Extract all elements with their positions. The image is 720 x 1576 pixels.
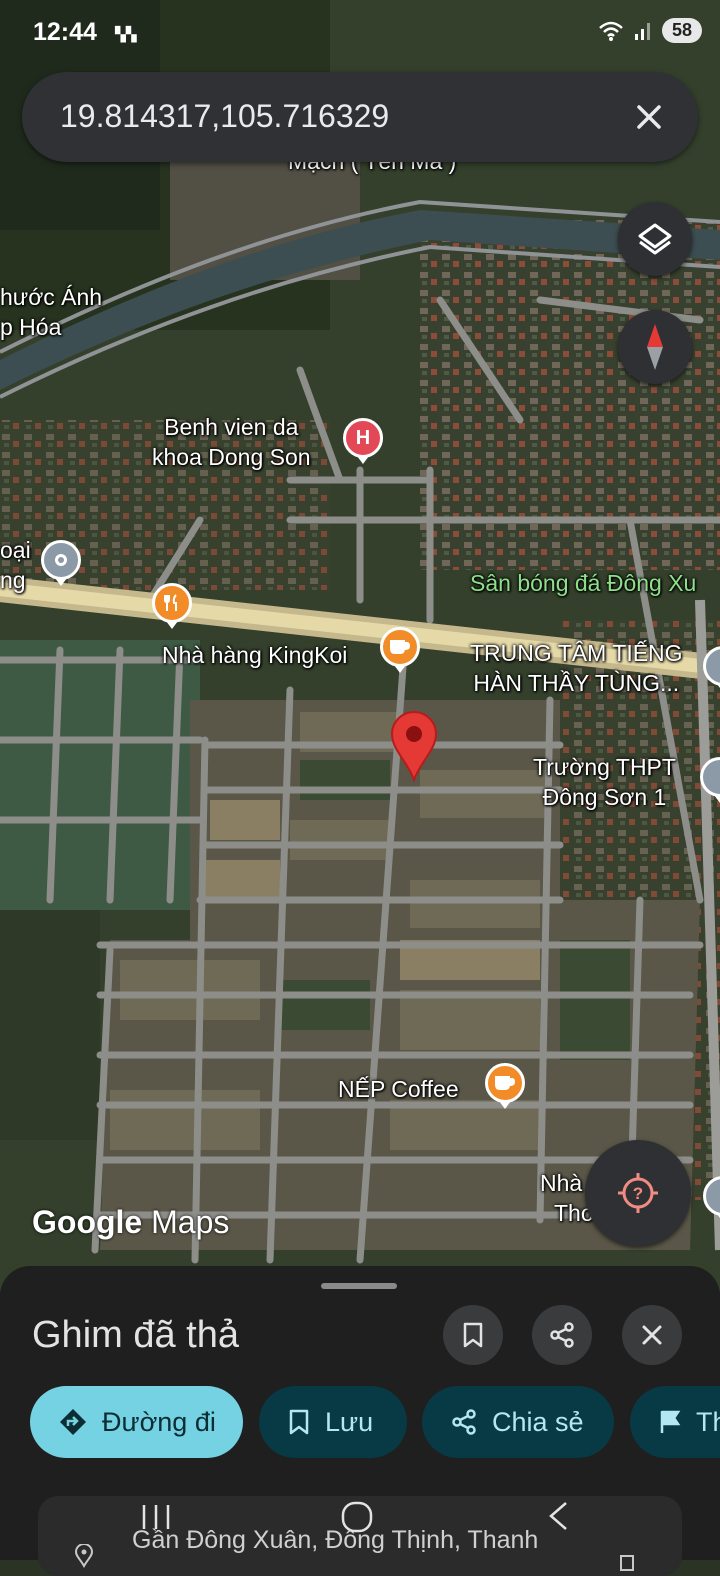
share-icon bbox=[452, 1409, 476, 1435]
search-query[interactable]: 19.814317,105.716329 bbox=[60, 98, 389, 135]
map-label-left-edge[interactable]: oại ng bbox=[0, 535, 31, 595]
layers-button[interactable] bbox=[618, 202, 692, 276]
google-maps-logo: Google Maps bbox=[32, 1204, 229, 1241]
data-activity-icon: ▚▚ bbox=[115, 26, 137, 42]
map-label-left-edge-line1: oại bbox=[0, 537, 31, 563]
map-label-language-center[interactable]: TRUNG TÂM TIẾNG HÀN THẦY TÙNG... bbox=[470, 638, 683, 698]
map-label-store[interactable]: hước Ánh p Hóa bbox=[0, 282, 102, 342]
location-pin-icon bbox=[74, 1544, 94, 1568]
map-label-restaurant[interactable]: Nhà hàng KingKoi bbox=[162, 640, 347, 670]
map-label-store-line1: hước Ánh bbox=[0, 284, 103, 310]
search-bar[interactable]: 19.814317,105.716329 bbox=[22, 72, 698, 162]
bookmark-icon bbox=[463, 1322, 483, 1348]
bookmark-button[interactable] bbox=[443, 1305, 503, 1365]
my-location-button[interactable]: ? bbox=[585, 1140, 691, 1246]
compass-icon bbox=[647, 324, 663, 370]
layers-icon bbox=[638, 223, 672, 255]
compass-button[interactable] bbox=[618, 310, 692, 384]
restaurant-icon[interactable] bbox=[152, 583, 192, 623]
dropped-pin-icon[interactable] bbox=[388, 710, 440, 782]
address-text: Gần Đông Xuân, Đông Thịnh, Thanh bbox=[132, 1526, 539, 1554]
address-card[interactable]: Gần Đông Xuân, Đông Thịnh, Thanh bbox=[38, 1496, 682, 1576]
map-label-hospital-line2: khoa Dong Son bbox=[152, 444, 311, 470]
map-label-hospital-line1: Benh vien da bbox=[164, 414, 299, 440]
cafe-icon[interactable] bbox=[380, 627, 420, 667]
location-unknown-icon: ? bbox=[618, 1173, 658, 1213]
map-label-center-line2: HÀN THẦY TÙNG... bbox=[473, 670, 680, 696]
signal-icon bbox=[634, 22, 650, 40]
close-sheet-button[interactable] bbox=[622, 1305, 682, 1365]
logo-maps: Maps bbox=[151, 1204, 230, 1240]
bookmark-icon bbox=[289, 1409, 309, 1435]
close-icon bbox=[637, 105, 661, 129]
status-time: 12:44 bbox=[33, 18, 97, 46]
cafe-icon-2[interactable] bbox=[485, 1063, 525, 1103]
map-label-school[interactable]: Trường THPT Đông Sơn 1 bbox=[533, 752, 676, 812]
map-label-stadium[interactable]: Sân bóng đá Đông Xu bbox=[470, 568, 696, 598]
battery-level: 58 bbox=[661, 18, 702, 43]
place-icon[interactable] bbox=[41, 540, 81, 580]
save-button[interactable]: Lưu bbox=[259, 1386, 407, 1458]
directions-icon bbox=[60, 1409, 86, 1435]
map-view[interactable]: Mạch ( Tên Mà ) hước Ánh p Hóa Benh vien… bbox=[0, 0, 720, 1290]
map-label-left-edge-line2: ng bbox=[0, 567, 26, 593]
flag-icon bbox=[660, 1410, 681, 1433]
hospital-icon[interactable]: H bbox=[343, 418, 383, 458]
map-label-school-line2: Đông Sơn 1 bbox=[542, 784, 667, 810]
label-chip-label: Th bbox=[696, 1406, 720, 1437]
close-icon bbox=[642, 1325, 662, 1345]
map-label-school-line1: Trường THPT bbox=[533, 754, 676, 780]
map-label-hospital[interactable]: Benh vien da khoa Dong Son bbox=[152, 412, 311, 472]
place-title: Ghim đã thả bbox=[32, 1314, 239, 1356]
share-icon bbox=[550, 1322, 574, 1348]
map-label-cafe[interactable]: NẾP Coffee bbox=[338, 1074, 459, 1104]
map-label-store-line2: p Hóa bbox=[0, 314, 62, 340]
directions-label: Đường đi bbox=[102, 1406, 216, 1437]
share-button[interactable] bbox=[532, 1305, 592, 1365]
status-right: 58 bbox=[598, 18, 702, 43]
wifi-icon bbox=[599, 21, 623, 41]
directions-button[interactable]: Đường đi bbox=[30, 1386, 243, 1458]
save-label: Lưu bbox=[325, 1406, 374, 1437]
map-label-center-line1: TRUNG TÂM TIẾNG bbox=[470, 640, 683, 666]
label-chip-button[interactable]: Th bbox=[630, 1386, 720, 1458]
clear-search-button[interactable] bbox=[626, 94, 672, 140]
logo-google: Google bbox=[32, 1204, 143, 1240]
share-label: Chia sẻ bbox=[492, 1406, 584, 1437]
status-bar: 12:44 ▚▚ 58 bbox=[0, 0, 720, 66]
copy-icon bbox=[620, 1555, 634, 1571]
drag-handle[interactable] bbox=[321, 1283, 397, 1289]
svg-text:?: ? bbox=[633, 1184, 643, 1203]
share-chip-button[interactable]: Chia sẻ bbox=[422, 1386, 614, 1458]
